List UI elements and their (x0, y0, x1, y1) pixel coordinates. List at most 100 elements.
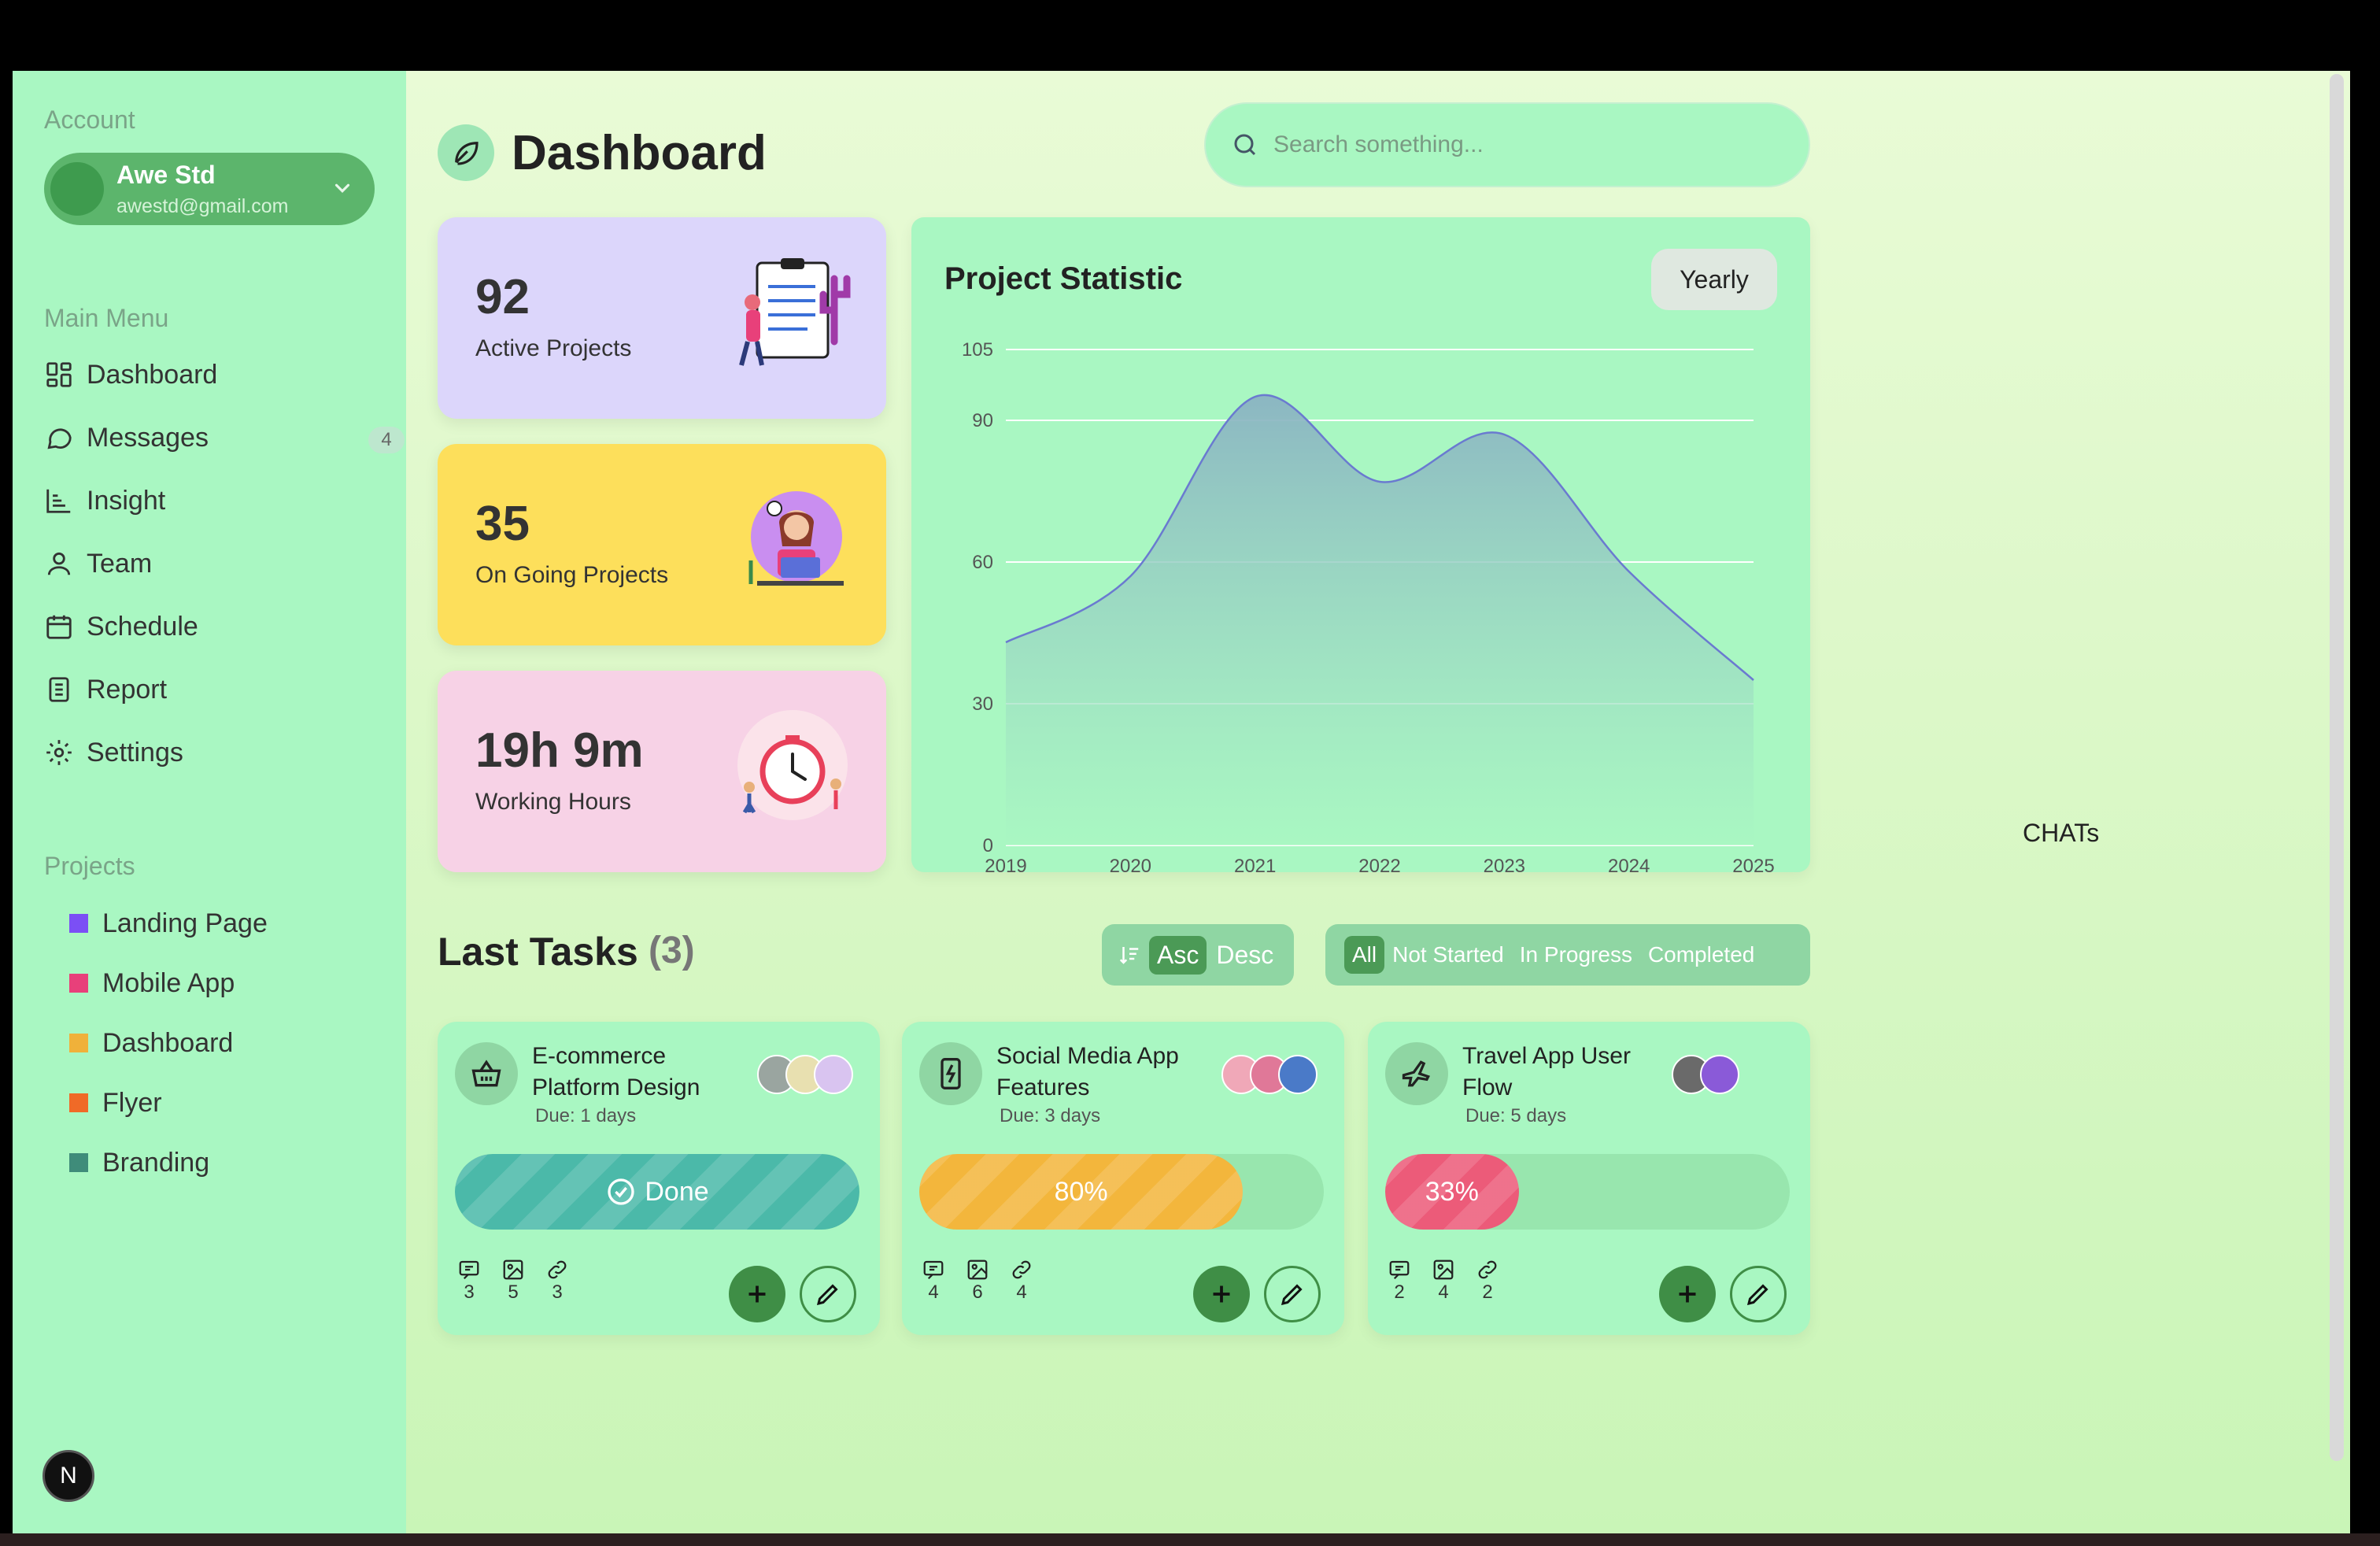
filter-completed[interactable]: Completed (1648, 942, 1754, 967)
search-icon (1234, 134, 1256, 156)
plane-icon (1385, 1042, 1448, 1105)
x-tick-label: 2020 (1110, 856, 1151, 872)
sidebar-item-messages[interactable]: Messages 4 (44, 414, 405, 461)
sidebar-item-label: Messages (87, 422, 209, 453)
scrollbar[interactable] (2330, 74, 2344, 1461)
gear-icon (46, 740, 72, 765)
stat-card-active-projects[interactable]: 92 Active Projects (438, 217, 886, 419)
stat-value: 19h 9m (475, 723, 644, 778)
edit-button[interactable] (1264, 1266, 1321, 1322)
project-item-flyer[interactable]: Flyer (69, 1083, 162, 1123)
area-chart: 0 30 60 90 105 2019 2020 2021 2022 2023 2024 2025 (962, 339, 1775, 872)
stat-label: On Going Projects (475, 562, 669, 588)
plus-icon (1213, 1285, 1230, 1303)
account-name: Awe Std (116, 161, 216, 189)
progress-fill: 33% (1385, 1154, 1519, 1230)
task-title: Travel App User Flow (1462, 1043, 1631, 1100)
chats-label: CHATs (2023, 819, 2100, 847)
dev-tools-button[interactable]: N (42, 1450, 94, 1502)
x-tick-label: 2024 (1608, 856, 1650, 872)
sidebar-item-team[interactable]: Team (44, 540, 390, 587)
search-input[interactable] (1273, 131, 1785, 158)
sidebar-item-label: Dashboard (87, 359, 218, 390)
task-card[interactable]: E-commerce Platform Design Due: 1 days D… (438, 1022, 880, 1335)
links-value: 2 (1482, 1282, 1493, 1303)
y-tick-label: 105 (962, 339, 993, 361)
task-due: Due: 1 days (535, 1105, 637, 1126)
clock-illustration-icon (737, 710, 848, 820)
sidebar-item-insight[interactable]: Insight (44, 477, 390, 524)
sidebar-item-dashboard[interactable]: Dashboard (44, 351, 390, 398)
stat-card-ongoing-projects[interactable]: 35 On Going Projects (438, 444, 886, 645)
x-tick-label: 2025 (1732, 856, 1774, 872)
filter-in-progress[interactable]: In Progress (1520, 942, 1632, 967)
task-title: E-commerce Platform Design (532, 1043, 700, 1100)
page-header: Dashboard (438, 124, 767, 181)
main-menu-label: Main Menu (44, 304, 169, 332)
task-assignees (1672, 1055, 1739, 1094)
search-bar[interactable] (1204, 102, 1810, 187)
phone-bolt-icon (919, 1042, 982, 1105)
sort-asc-button[interactable]: Asc (1149, 935, 1207, 975)
sidebar-item-report[interactable]: Report (44, 666, 390, 713)
sidebar-item-label: Schedule (87, 611, 198, 642)
stat-label: Working Hours (475, 789, 631, 815)
task-card[interactable]: Travel App User Flow Due: 5 days 33% 2 4… (1368, 1022, 1810, 1335)
images-count: 4 (1428, 1258, 1459, 1304)
stat-card-working-hours[interactable]: 19h 9m Working Hours (438, 671, 886, 872)
message-icon (47, 428, 72, 449)
images-value: 4 (1438, 1282, 1449, 1303)
os-bottom-bar (0, 1533, 2380, 1546)
project-item-mobile-app[interactable]: Mobile App (69, 963, 235, 1003)
y-tick-label: 60 (972, 552, 993, 573)
sidebar: Account Awe Std awestd@gmail.com Main Me… (13, 71, 406, 1533)
account-switcher[interactable]: Awe Std awestd@gmail.com (44, 153, 375, 225)
avatar (1278, 1055, 1318, 1094)
sidebar-item-settings[interactable]: Settings (44, 729, 390, 776)
edit-button[interactable] (1730, 1266, 1787, 1322)
clipboard-illustration-icon (739, 258, 851, 366)
project-color-swatch (69, 1153, 88, 1172)
report-icon (49, 677, 69, 702)
account-section-label: Account (44, 105, 135, 134)
links-count: 3 (541, 1258, 573, 1304)
filter-all[interactable]: All (1344, 936, 1385, 974)
progress-fill: 80% (919, 1154, 1244, 1230)
x-tick-label: 2019 (985, 856, 1026, 872)
comments-value: 2 (1394, 1282, 1405, 1303)
project-item-dashboard[interactable]: Dashboard (69, 1023, 233, 1063)
comments-value: 3 (464, 1282, 475, 1303)
avatar (814, 1055, 853, 1094)
sidebar-item-schedule[interactable]: Schedule (44, 603, 390, 650)
x-tick-label: 2023 (1484, 856, 1525, 872)
person-laptop-illustration-icon (748, 491, 844, 586)
basket-icon (455, 1042, 518, 1105)
filter-not-started[interactable]: Not Started (1392, 942, 1504, 967)
project-label: Mobile App (102, 967, 235, 998)
image-icon (503, 1259, 523, 1280)
project-statistic-card: Project Statistic Yearly 0 30 60 90 105 2019… (911, 217, 1810, 872)
chevron-down-icon (334, 183, 350, 193)
images-count: 6 (962, 1258, 993, 1304)
insight-icon (46, 489, 71, 513)
sort-desc-button[interactable]: Desc (1216, 941, 1273, 970)
task-due: Due: 3 days (1000, 1105, 1101, 1126)
task-card[interactable]: Social Media App Features Due: 3 days 80… (902, 1022, 1344, 1335)
add-button[interactable] (729, 1266, 785, 1322)
project-item-landing-page[interactable]: Landing Page (69, 904, 268, 943)
comment-icon (1389, 1260, 1410, 1280)
progress-label: Done (645, 1176, 709, 1207)
sort-toggle: Asc Desc (1102, 924, 1294, 986)
page-title: Dashboard (512, 125, 767, 180)
task-assignees (1221, 1055, 1318, 1094)
add-button[interactable] (1659, 1266, 1716, 1322)
edit-button[interactable] (800, 1266, 856, 1322)
stat-label: Active Projects (475, 335, 632, 361)
tasks-count: (3) (649, 930, 695, 971)
account-email: awestd@gmail.com (116, 195, 289, 217)
add-button[interactable] (1193, 1266, 1250, 1322)
pencil-icon (816, 1284, 838, 1306)
projects-section-label: Projects (44, 852, 135, 880)
app-window: Account Awe Std awestd@gmail.com Main Me… (13, 71, 2350, 1533)
project-item-branding[interactable]: Branding (69, 1143, 209, 1182)
